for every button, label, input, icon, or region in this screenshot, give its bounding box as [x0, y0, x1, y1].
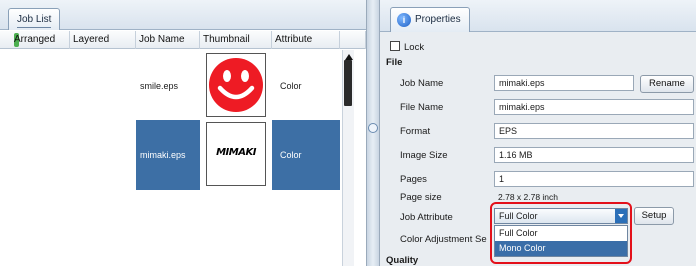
image-size-label: Image Size [400, 150, 448, 161]
thumbnail-smile [206, 53, 266, 117]
setup-button[interactable]: Setup [634, 207, 674, 225]
file-name-field: mimaki.eps [494, 99, 694, 115]
option-full-color[interactable]: Full Color [495, 226, 627, 241]
thumbnail-mimaki: MIMAKI [206, 122, 266, 186]
job-attribute-dropdown[interactable]: Full Color [494, 208, 628, 224]
mimaki-logo: MIMAKI [216, 147, 256, 158]
tab-job-list[interactable]: Job List [8, 8, 61, 30]
image-size-field: 1.16 MB [494, 147, 694, 163]
column-header-extra [340, 31, 366, 49]
lock-checkbox[interactable] [390, 41, 400, 51]
table-row[interactable]: smile.eps Color [0, 51, 342, 121]
attribute-cell: Color [272, 120, 340, 190]
column-header-layered[interactable]: Layered [70, 31, 136, 49]
chevron-down-icon[interactable] [615, 209, 627, 223]
job-attribute-options-list: Full Color Mono Color [494, 225, 628, 257]
column-header-job-name[interactable]: Job Name [136, 31, 200, 49]
option-mono-color[interactable]: Mono Color [495, 241, 627, 256]
job-name-field[interactable]: mimaki.eps [494, 75, 634, 91]
pages-label: Pages [400, 174, 427, 185]
format-field: EPS [494, 123, 694, 139]
panel-splitter[interactable] [366, 0, 380, 266]
arranged-cell [0, 51, 136, 121]
section-quality: Quality [386, 255, 419, 266]
tab-properties[interactable]: i Properties [390, 7, 470, 32]
lock-checkbox-row[interactable]: Lock [390, 41, 424, 55]
properties-tabbar: i Properties [380, 0, 696, 32]
rename-button[interactable]: Rename [640, 75, 694, 93]
arranged-cell [0, 120, 136, 190]
job-name-label: Job Name [400, 78, 444, 89]
table-row-selected[interactable]: mimaki.eps MIMAKI Color [0, 120, 342, 190]
color-adjustment-label: Color Adjustment Se [400, 234, 487, 245]
job-attribute-selected: Full Color [499, 211, 538, 221]
job-list-scrollbar[interactable] [342, 50, 354, 266]
smiley-face-icon [209, 58, 263, 112]
thumbnail-cell [200, 51, 272, 121]
job-attribute-label: Job Attribute [400, 212, 453, 223]
attribute-cell: Color [280, 81, 302, 91]
pages-field: 1 [494, 171, 694, 187]
job-list-panel: Job List Arranged Layered Job Name Thumb… [0, 0, 366, 266]
info-icon: i [397, 13, 411, 27]
column-header-thumbnail[interactable]: Thumbnail [200, 31, 272, 49]
page-size-label: Page size [400, 192, 442, 203]
thumbnail-cell: MIMAKI [200, 120, 272, 190]
format-label: Format [400, 126, 431, 137]
tab-properties-label: Properties [415, 14, 461, 25]
scrollbar-thumb[interactable] [344, 60, 352, 106]
column-header-arranged[interactable]: Arranged [0, 31, 70, 49]
job-name-cell: mimaki.eps [136, 120, 200, 190]
file-name-label: File Name [400, 102, 444, 113]
splitter-handle-icon[interactable] [368, 123, 378, 133]
column-header-attribute[interactable]: Attribute [272, 31, 340, 49]
page-size-value: 2.78 x 2.78 inch [498, 192, 559, 202]
properties-content: Lock File Job Name mimaki.eps Rename Fil… [384, 33, 696, 266]
job-list-tabbar: Job List [0, 0, 366, 30]
lock-label: Lock [404, 42, 425, 53]
job-name-cell: smile.eps [140, 81, 179, 91]
properties-panel: i Properties Lock File Job Name mimaki.e… [380, 0, 696, 266]
tab-job-list-label: Job List [17, 13, 52, 28]
section-file: File [386, 57, 403, 68]
job-list-header: Arranged Layered Job Name Thumbnail Attr… [0, 31, 366, 49]
